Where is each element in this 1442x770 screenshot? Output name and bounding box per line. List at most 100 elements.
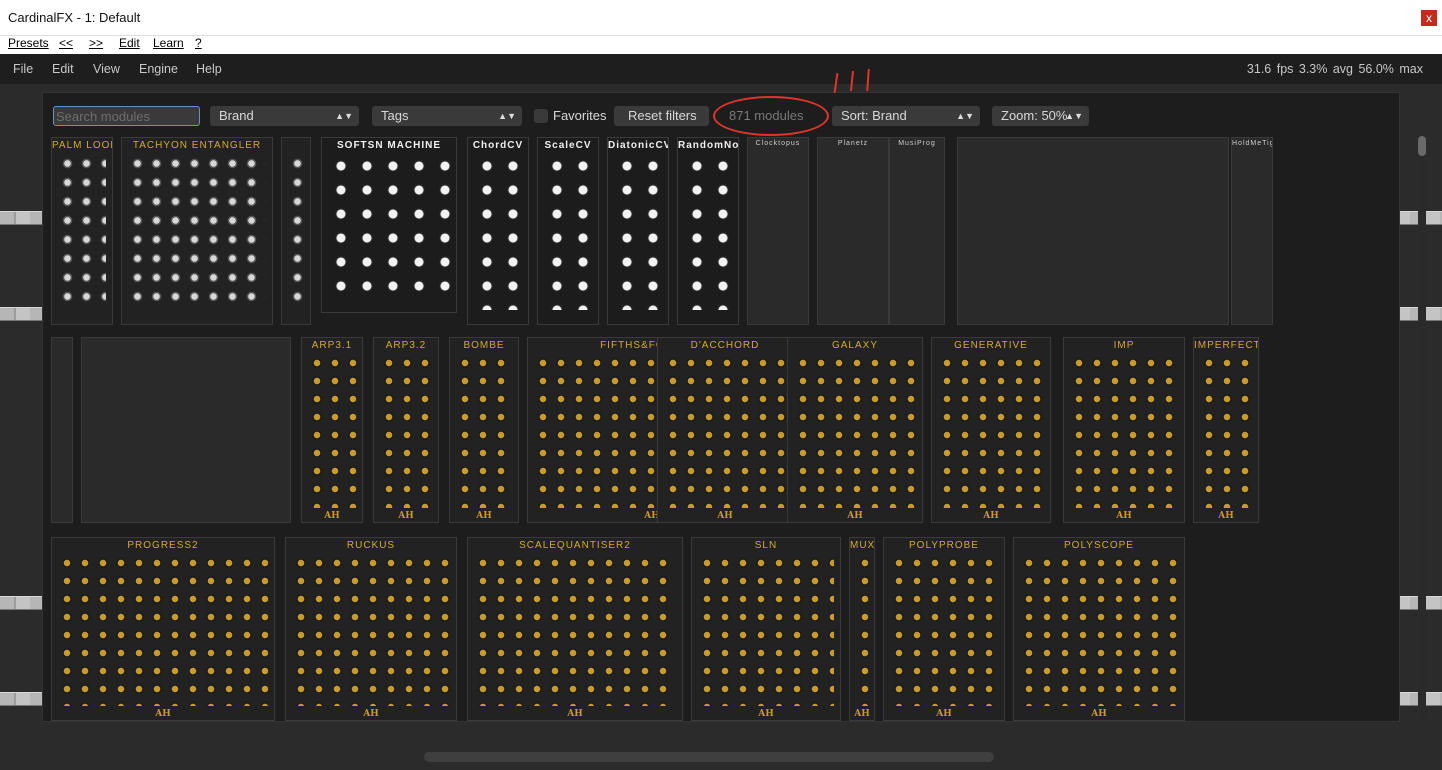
favorites-checkbox[interactable] xyxy=(534,109,548,123)
module-controls xyxy=(1238,154,1266,310)
menu-prev-preset[interactable]: << xyxy=(59,36,73,50)
module-card[interactable]: MUXDEMUX AH xyxy=(849,537,875,721)
updown-arrow-icon: ▲▼ xyxy=(335,111,353,121)
module-name: TACHYON ENTANGLER xyxy=(132,140,262,151)
module-card[interactable]: GALAXY AH xyxy=(787,337,923,523)
module-card[interactable]: Clocktopus xyxy=(747,137,809,325)
menu-edit[interactable]: Edit xyxy=(119,36,140,50)
module-name: DiatonicCV xyxy=(608,140,669,151)
module-card[interactable]: PALM LOOP xyxy=(51,137,113,325)
module-card[interactable]: RandomNoteCV xyxy=(677,137,739,325)
module-name: Clocktopus xyxy=(755,140,801,147)
module-card[interactable]: DiatonicCV xyxy=(607,137,669,325)
module-card[interactable]: TACHYON ENTANGLER xyxy=(121,137,273,325)
module-card[interactable]: SCALEQUANTISER2 AH xyxy=(467,537,683,721)
horizontal-scrollbar[interactable] xyxy=(424,752,994,762)
module-name: IMP xyxy=(1113,340,1135,351)
menu-app-edit[interactable]: Edit xyxy=(52,62,74,76)
module-card[interactable]: MusiProg xyxy=(889,137,945,325)
menu-presets[interactable]: Presets xyxy=(8,36,49,50)
module-name: ChordCV xyxy=(472,140,524,151)
module-name: ScaleCV xyxy=(544,140,592,151)
module-name: SCALEQUANTISER2 xyxy=(519,540,631,551)
brand-logo: AH xyxy=(398,511,414,521)
brand-logo: AH xyxy=(1218,511,1234,521)
module-card[interactable] xyxy=(281,137,311,325)
module-card[interactable] xyxy=(957,137,1229,325)
module-card[interactable]: Planetz xyxy=(817,137,889,325)
module-name: D'ACCHORD xyxy=(690,340,760,351)
menu-engine[interactable]: Engine xyxy=(139,62,178,76)
menu-learn[interactable]: Learn xyxy=(153,36,184,50)
sort-select[interactable]: Sort: Brand ▲▼ xyxy=(832,106,980,126)
module-card[interactable]: SLN AH xyxy=(691,537,841,721)
module-card[interactable]: SOFTSN MACHINE xyxy=(321,137,457,313)
module-card[interactable]: ScaleCV xyxy=(537,137,599,325)
module-card[interactable]: POLYPROBE AH xyxy=(883,537,1005,721)
module-controls xyxy=(292,554,450,706)
menu-next-preset[interactable]: >> xyxy=(89,36,103,50)
brand-select-label: Brand xyxy=(219,108,254,123)
module-controls xyxy=(664,354,786,508)
red-annotation-circle xyxy=(713,96,829,136)
vertical-scroll-thumb[interactable] xyxy=(1418,136,1426,156)
brand-logo: AH xyxy=(363,709,379,719)
module-name: IMPERFECT2 xyxy=(1194,340,1258,351)
module-card[interactable]: BOMBE AH xyxy=(449,337,519,523)
performance-stats: 31.6 fps 3.3% avg 56.0% max xyxy=(1246,62,1423,76)
module-controls xyxy=(58,554,268,706)
module-card[interactable]: PROGRESS2 AH xyxy=(51,537,275,721)
zoom-select[interactable]: Zoom: 50% ▲▼ xyxy=(992,106,1089,126)
module-controls xyxy=(474,554,676,706)
favorites-label[interactable]: Favorites xyxy=(553,108,606,123)
menu-file[interactable]: File xyxy=(13,62,33,76)
module-card[interactable]: ARP3.1 AH xyxy=(301,337,363,523)
module-name: RandomNoteCV xyxy=(678,140,739,151)
module-name: MUXDEMUX xyxy=(850,540,875,551)
module-controls xyxy=(544,154,592,310)
module-card[interactable]: GENERATIVE AH xyxy=(931,337,1051,523)
brand-logo: AH xyxy=(936,709,952,719)
module-controls xyxy=(288,154,304,310)
module-card[interactable]: ChordCV xyxy=(467,137,529,325)
menu-help[interactable]: ? xyxy=(195,36,202,50)
module-card[interactable]: IMPERFECT2 AH xyxy=(1193,337,1259,523)
menu-app-help[interactable]: Help xyxy=(196,62,222,76)
module-card[interactable]: IMP AH xyxy=(1063,337,1185,523)
module-grid: PALM LOOP TACHYON ENTANGLER SOFTSN MACHINE… xyxy=(43,133,1385,721)
brand-logo: AH xyxy=(847,511,863,521)
close-button[interactable]: x xyxy=(1421,10,1437,26)
module-controls xyxy=(456,354,512,508)
module-name: ARP3.2 xyxy=(385,340,427,351)
window-title: CardinalFX - 1: Default xyxy=(8,10,141,25)
module-card[interactable]: HoldMeTight xyxy=(1231,137,1273,325)
module-card[interactable]: POLYSCOPE AH xyxy=(1013,537,1185,721)
updown-arrow-icon: ▲▼ xyxy=(498,111,516,121)
module-controls xyxy=(614,154,662,310)
filter-bar: Search modules Brand ▲▼ Tags ▲▼ Favorites … xyxy=(43,68,1401,136)
module-card[interactable] xyxy=(81,337,291,523)
module-card[interactable]: D'ACCHORD AH xyxy=(657,337,793,523)
tags-select[interactable]: Tags ▲▼ xyxy=(372,106,522,126)
module-card[interactable]: ARP3.2 AH xyxy=(373,337,439,523)
module-controls xyxy=(58,354,66,508)
module-name: GALAXY xyxy=(831,340,879,351)
module-controls xyxy=(1070,354,1178,508)
search-input[interactable]: Search modules xyxy=(53,106,200,126)
module-name: ARP3.1 xyxy=(311,340,353,351)
module-name: Planetz xyxy=(837,140,869,147)
brand-logo: AH xyxy=(324,511,340,521)
module-name: RUCKUS xyxy=(346,540,396,551)
reset-filters-button[interactable]: Reset filters xyxy=(614,106,709,126)
module-controls xyxy=(308,354,356,508)
vertical-scrollbar[interactable] xyxy=(1418,136,1426,722)
sort-select-label: Sort: Brand xyxy=(841,108,907,123)
menu-view[interactable]: View xyxy=(93,62,120,76)
brand-select[interactable]: Brand ▲▼ xyxy=(210,106,359,126)
zoom-select-label: Zoom: 50% xyxy=(1001,108,1068,123)
brand-logo: AH xyxy=(1091,709,1107,719)
module-controls xyxy=(824,154,882,310)
module-card[interactable]: RUCKUS AH xyxy=(285,537,457,721)
module-name: PROGRESS2 xyxy=(127,540,199,551)
module-card[interactable] xyxy=(51,337,73,523)
